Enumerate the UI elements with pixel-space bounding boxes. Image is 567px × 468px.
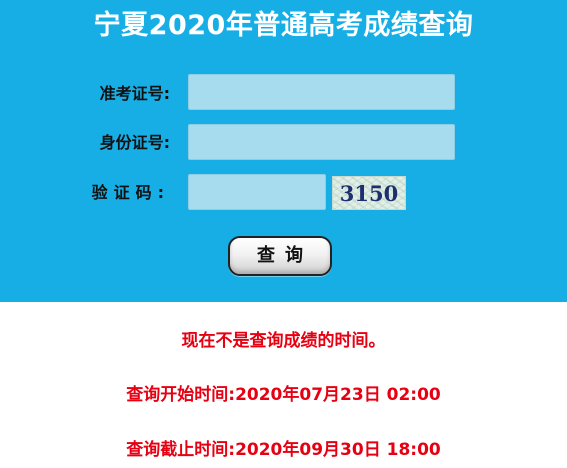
exam-number-input[interactable] [188, 74, 455, 110]
captcha-input[interactable] [188, 174, 326, 210]
captcha-image[interactable]: 3150 [332, 176, 406, 210]
page-title: 宁夏2020年普通高考成绩查询 [93, 10, 474, 41]
not-query-time-message: 现在不是查询成绩的时间。 [181, 331, 386, 351]
query-button[interactable]: 查询 [228, 236, 332, 276]
query-panel: 宁夏2020年普通高考成绩查询 准考证号: 身份证号: 验证码: 3150 查询 [0, 0, 567, 302]
captcha-image-text: 3150 [339, 180, 399, 206]
query-start-time: 查询开始时间:2020年07月23日 02:00 [126, 385, 441, 405]
query-end-time: 查询截止时间:2020年09月30日 18:00 [126, 440, 441, 460]
id-number-label: 身份证号: [99, 133, 170, 152]
page: 宁夏2020年普通高考成绩查询 准考证号: 身份证号: 验证码: 3150 查询… [0, 0, 567, 468]
id-number-input[interactable] [188, 124, 455, 160]
captcha-label: 验证码: [91, 183, 170, 202]
exam-number-label: 准考证号: [99, 84, 170, 103]
